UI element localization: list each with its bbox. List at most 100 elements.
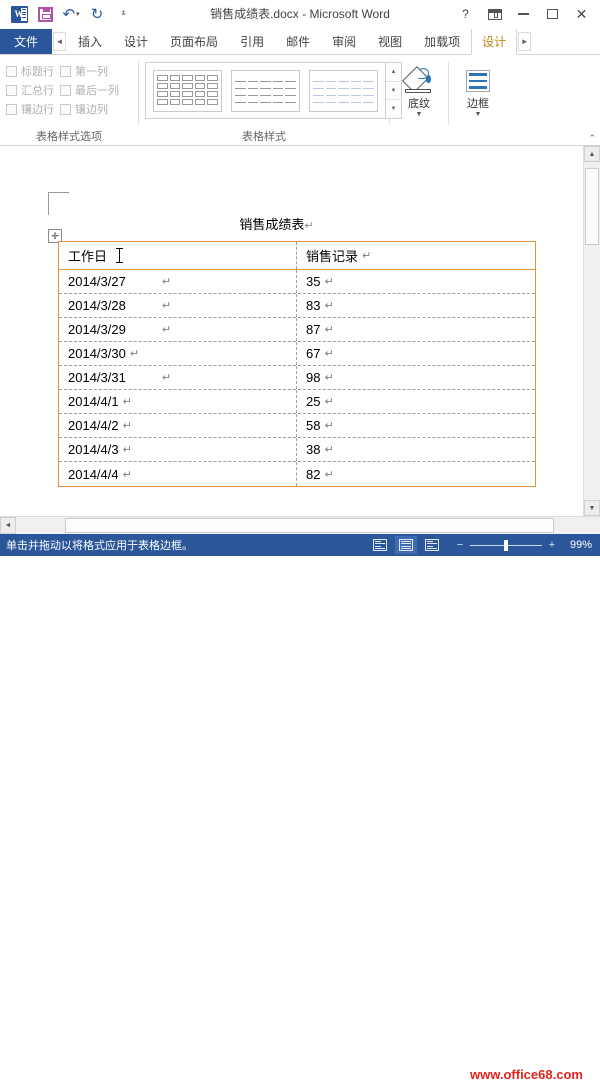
table-cell-date[interactable]: 2014/4/3 ↵ (59, 438, 297, 461)
chevron-down-icon[interactable]: ▼ (416, 111, 423, 119)
tab-file[interactable]: 文件 (0, 29, 53, 54)
minimize-icon[interactable] (509, 2, 538, 26)
table-cell-value[interactable]: 58↵↵ (297, 414, 600, 437)
checkbox-last-column[interactable]: 最后一列 (60, 82, 119, 98)
web-layout-icon[interactable] (421, 536, 443, 554)
table-cell-value[interactable]: 83↵↵ (297, 294, 600, 317)
table-cell-date[interactable]: 2014/4/2 ↵ (59, 414, 297, 437)
horizontal-scrollbar[interactable]: ◄ (0, 516, 600, 534)
group-table-styles: ▲ ▼ ▼ 表格样式 (139, 55, 402, 145)
table-style-thumbnail-3[interactable] (309, 69, 378, 112)
tabs-scroll-left[interactable]: ◄ (53, 32, 67, 51)
table-cell-date[interactable]: 2014/4/1 ↵ (59, 390, 297, 413)
document-page[interactable]: 销售成绩表↵ ✛ 工作日 销售记录↵ ↵ 2014/3/27↵ (0, 146, 600, 516)
table-cell-date[interactable]: 2014/3/28 ↵ (59, 294, 297, 317)
table-header-cell-value[interactable]: 销售记录↵ ↵ (297, 242, 600, 269)
word-app-icon[interactable]: W (6, 2, 32, 26)
table-cell-value[interactable]: 82↵↵ (297, 462, 600, 486)
scroll-down-icon[interactable]: ▼ (584, 500, 600, 516)
checkbox-first-column[interactable]: 第一列 (60, 63, 119, 79)
checkbox-box (6, 84, 17, 96)
zoom-slider-thumb[interactable] (504, 539, 508, 551)
borders-button[interactable]: 边框 ▼ (455, 60, 501, 119)
table-cell-date[interactable]: 2014/3/30 ↵ (59, 342, 297, 365)
zoom-out-button[interactable]: − (455, 539, 465, 551)
redo-icon[interactable]: ↻ (84, 2, 110, 26)
zoom-level[interactable]: 99% (562, 539, 592, 551)
table-cell-value[interactable]: 67↵↵ (297, 342, 600, 365)
ribbon-display-options-icon[interactable] (480, 2, 509, 26)
checkbox-box (60, 103, 71, 115)
save-icon[interactable] (32, 2, 58, 26)
checkbox-banded-columns[interactable]: 镶边列 (60, 101, 119, 117)
read-mode-icon[interactable] (369, 536, 391, 554)
table-header-row[interactable]: 工作日 销售记录↵ ↵ (59, 242, 600, 270)
table-cell-value[interactable]: 87↵↵ (297, 318, 600, 341)
table-cell-date[interactable]: 2014/3/31 ↵ (59, 366, 297, 389)
table-row[interactable]: 2014/3/29 ↵ 87↵↵ (59, 318, 600, 342)
shading-button[interactable]: 底纹 ▼ (396, 60, 442, 119)
cell-text: 2014/3/27 (68, 274, 126, 289)
customize-qat-icon[interactable]: ⩲ (110, 2, 136, 26)
table-style-thumbnail-2[interactable] (231, 69, 300, 112)
table-row[interactable]: 2014/3/27 ↵ 35↵↵ (59, 270, 600, 294)
vertical-scrollbar[interactable]: ▲ ▼ (583, 146, 600, 516)
table-row[interactable]: 2014/4/4↵ 82↵↵ (59, 462, 600, 486)
print-layout-icon[interactable] (395, 536, 417, 554)
scroll-up-icon[interactable]: ▲ (584, 146, 600, 162)
zoom-slider[interactable] (470, 539, 542, 551)
table-cell-date[interactable]: 2014/3/27 ↵ (59, 270, 297, 293)
sales-table[interactable]: 工作日 销售记录↵ ↵ 2014/3/27↵ 35↵↵ 2014/3/28↵ 8 (58, 241, 600, 487)
tab-design[interactable]: 设计 (113, 29, 159, 54)
scroll-left-icon[interactable]: ◄ (0, 517, 16, 534)
table-cell-date[interactable]: 2014/4/4 ↵ (59, 462, 297, 486)
title-bar: W ↶ ▾ ↻ ⩲ 销售成绩表.docx - Microsoft Word ? ✕ (0, 0, 600, 29)
table-row[interactable]: 2014/4/3↵ 38↵↵ (59, 438, 600, 462)
paragraph-mark: ↵ (324, 396, 334, 408)
borders-dialog-launcher[interactable]: ⌃ (588, 133, 596, 144)
help-icon[interactable]: ? (451, 2, 480, 26)
zoom-in-button[interactable]: + (547, 539, 557, 551)
group-label-table-styles: 表格样式 (242, 131, 286, 143)
table-cell-value[interactable]: 25↵↵ (297, 390, 600, 413)
table-cell-date[interactable]: 2014/3/29 ↵ (59, 318, 297, 341)
table-cell-value[interactable]: 98↵↵ (297, 366, 600, 389)
table-header-cell-date[interactable]: 工作日 (59, 242, 297, 269)
checkbox-header-row[interactable]: 标题行 (6, 63, 54, 79)
table-row[interactable]: 2014/3/30↵ 67↵↵ (59, 342, 600, 366)
tab-view[interactable]: 视图 (367, 29, 413, 54)
text-cursor (116, 248, 124, 263)
tabs-scroll-right[interactable]: ► (518, 32, 532, 51)
paragraph-mark: ↵ (161, 324, 172, 336)
checkbox-banded-rows[interactable]: 镶边行 (6, 101, 54, 117)
table-row[interactable]: 2014/4/1↵ 25↵↵ (59, 390, 600, 414)
tab-page-layout[interactable]: 页面布局 (159, 29, 229, 54)
undo-icon[interactable]: ↶ ▾ (58, 2, 84, 26)
maximize-icon[interactable] (538, 2, 567, 26)
tab-table-design[interactable]: 设计 (471, 29, 518, 55)
table-row[interactable]: 2014/4/2↵ 58↵↵ (59, 414, 600, 438)
tab-addins[interactable]: 加载项 (413, 29, 471, 54)
tab-mailings[interactable]: 邮件 (275, 29, 321, 54)
tab-insert[interactable]: 插入 (67, 29, 113, 54)
checkbox-total-row[interactable]: 汇总行 (6, 82, 54, 98)
table-styles-gallery[interactable]: ▲ ▼ ▼ (145, 62, 402, 119)
table-cell-value[interactable]: 35↵↵ (297, 270, 600, 293)
table-style-thumbnail-1[interactable] (153, 69, 222, 112)
cell-text: 87 (306, 322, 321, 337)
chevron-down-icon[interactable]: ▼ (475, 111, 482, 119)
horizontal-scroll-thumb[interactable] (65, 518, 554, 533)
word-window: W ↶ ▾ ↻ ⩲ 销售成绩表.docx - Microsoft Word ? ✕… (0, 0, 600, 1082)
paragraph-mark: ↵ (122, 468, 132, 481)
checkbox-label: 最后一列 (75, 85, 119, 97)
horizontal-scroll-track[interactable] (16, 517, 600, 534)
table-row[interactable]: 2014/3/28 ↵ 83↵↵ (59, 294, 600, 318)
paragraph-mark: ↵ (304, 220, 314, 232)
tab-references[interactable]: 引用 (229, 29, 275, 54)
close-icon[interactable]: ✕ (567, 2, 596, 26)
paragraph-mark: ↵ (324, 444, 334, 456)
vertical-scroll-thumb[interactable] (585, 168, 599, 245)
table-cell-value[interactable]: 38↵↵ (297, 438, 600, 461)
table-row[interactable]: 2014/3/31 ↵ 98↵↵ (59, 366, 600, 390)
tab-review[interactable]: 审阅 (321, 29, 367, 54)
